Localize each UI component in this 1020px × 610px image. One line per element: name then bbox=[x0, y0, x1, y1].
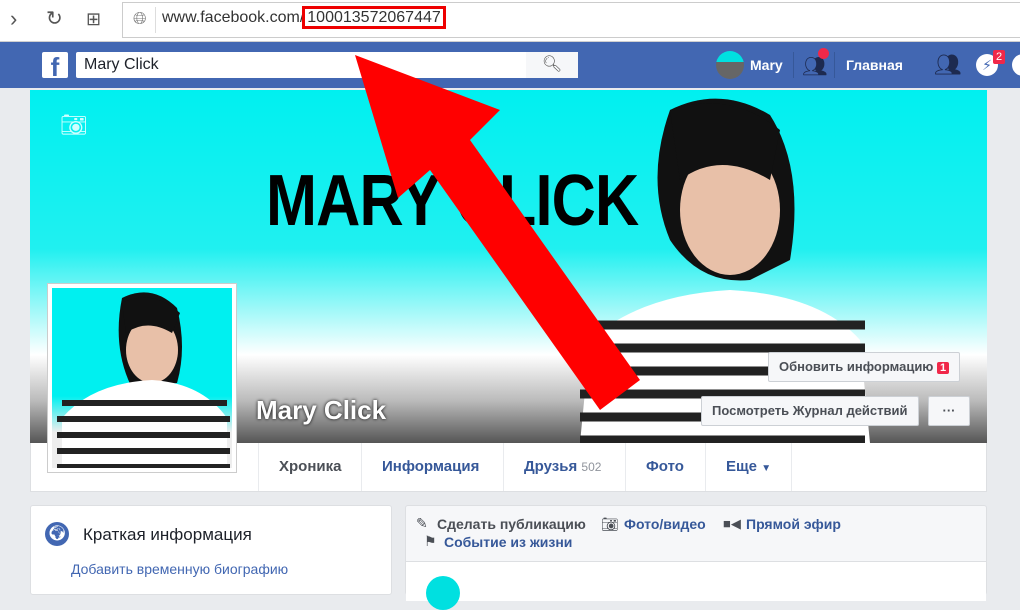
tab-friends-label: Друзья bbox=[524, 458, 578, 475]
messages-badge: 2 bbox=[993, 50, 1006, 64]
profile-name[interactable]: Mary Click bbox=[256, 395, 386, 426]
composer-avatar bbox=[426, 576, 460, 610]
forward-icon[interactable]: › bbox=[10, 6, 17, 32]
tabs-grid-icon[interactable]: ⊞ bbox=[86, 9, 101, 30]
video-camera-icon: ■◀ bbox=[723, 516, 741, 531]
flag-icon: ⚑ bbox=[424, 533, 437, 549]
tab-more-label: Еще bbox=[726, 458, 758, 475]
facebook-header: f 🔍︎ Mary 👥︎ Главная 👥︎ ⚡︎ 2 bbox=[0, 42, 1020, 88]
browser-toolbar: › ↻ ⊞ 🌐︎ www.facebook.com/10001357206744… bbox=[0, 0, 1020, 42]
tab-more[interactable]: Еще ▼ bbox=[705, 443, 793, 491]
intro-title: Краткая информация bbox=[83, 525, 252, 544]
tab-about[interactable]: Информация bbox=[361, 443, 499, 491]
add-featured-link[interactable]: Добавить временную биографию bbox=[71, 561, 288, 577]
camera-icon: 📷︎ bbox=[601, 516, 619, 532]
tab-friends[interactable]: Друзья 502 bbox=[503, 443, 621, 491]
search-box: 🔍︎ bbox=[76, 52, 578, 78]
globe-icon: 🌐︎ bbox=[133, 9, 147, 28]
home-link[interactable]: Главная bbox=[846, 57, 903, 73]
profile-id-highlight: 100013572067447 bbox=[302, 6, 446, 29]
profile-link[interactable]: Mary bbox=[750, 57, 783, 73]
live-video-button[interactable]: Прямой эфир bbox=[746, 516, 841, 532]
friends-count: 502 bbox=[581, 460, 602, 474]
update-info-button[interactable]: Обновить информацию 1 bbox=[768, 352, 961, 382]
friends-icon[interactable]: 👥︎ bbox=[934, 52, 962, 78]
caret-down-icon: ▼ bbox=[761, 463, 772, 474]
photo-video-button[interactable]: Фото/видео bbox=[624, 516, 706, 532]
notification-dot bbox=[818, 48, 829, 59]
camera-icon[interactable]: 📷︎ bbox=[60, 112, 88, 138]
pencil-icon: ✎ bbox=[416, 515, 428, 531]
update-info-label: Обновить информацию bbox=[779, 359, 934, 374]
globe-icon: 🌍︎ bbox=[45, 522, 69, 546]
cover-person-illustration bbox=[580, 98, 870, 443]
url-domain: www.facebook.com/ bbox=[162, 9, 305, 26]
life-event-button[interactable]: Событие из жизни bbox=[444, 534, 572, 550]
activity-log-button[interactable]: Посмотреть Журнал действий bbox=[701, 396, 919, 426]
search-input[interactable] bbox=[76, 52, 526, 78]
help-icon[interactable] bbox=[1012, 54, 1020, 76]
create-post-button[interactable]: Сделать публикацию bbox=[437, 516, 586, 532]
update-badge: 1 bbox=[937, 362, 950, 374]
search-icon: 🔍︎ bbox=[541, 56, 563, 73]
profile-picture[interactable] bbox=[47, 283, 237, 473]
profile-person-illustration bbox=[57, 292, 230, 468]
url-text[interactable]: www.facebook.com/100013572067447 bbox=[162, 6, 446, 29]
facebook-logo[interactable]: f bbox=[42, 52, 68, 78]
avatar[interactable] bbox=[716, 51, 744, 79]
more-options-button[interactable]: ··· bbox=[928, 396, 970, 426]
tab-photos[interactable]: Фото bbox=[625, 443, 704, 491]
tab-timeline[interactable]: Хроника bbox=[258, 443, 361, 491]
reload-icon[interactable]: ↻ bbox=[46, 6, 63, 31]
search-button[interactable]: 🔍︎ bbox=[526, 52, 578, 78]
